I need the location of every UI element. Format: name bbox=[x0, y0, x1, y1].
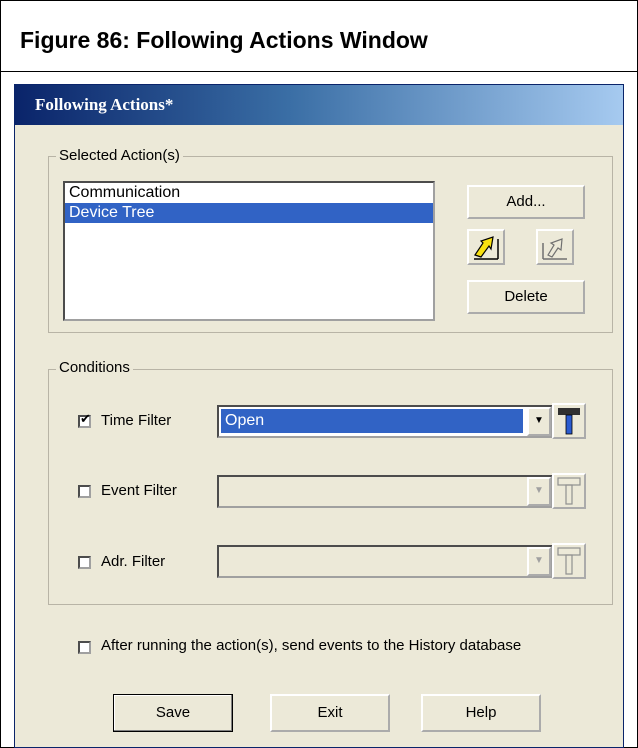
delete-button[interactable]: Delete bbox=[467, 280, 585, 314]
figure-title: Figure 86: Following Actions Window bbox=[20, 27, 428, 53]
history-checkbox[interactable] bbox=[78, 641, 91, 654]
conditions-legend: Conditions bbox=[56, 359, 133, 376]
selected-actions-legend: Selected Action(s) bbox=[56, 147, 183, 164]
checkmark-icon: ✔ bbox=[80, 411, 91, 426]
time-filter-tool-button[interactable] bbox=[552, 403, 586, 439]
move-action-button[interactable] bbox=[467, 229, 505, 265]
event-filter-tool-button[interactable] bbox=[552, 473, 586, 509]
hammer-icon bbox=[558, 408, 580, 435]
adr-filter-tool-button[interactable] bbox=[552, 543, 586, 579]
following-actions-window: Following Actions* Selected Action(s) Co… bbox=[14, 84, 624, 748]
time-filter-select[interactable]: Open ▼ bbox=[217, 405, 553, 438]
time-filter-value: Open bbox=[221, 409, 523, 433]
history-label: After running the action(s), send events… bbox=[101, 637, 522, 654]
arrow-into-icon bbox=[474, 236, 499, 260]
list-item[interactable]: Communication bbox=[65, 183, 433, 203]
chevron-down-icon[interactable]: ▼ bbox=[527, 407, 551, 436]
help-button[interactable]: Help bbox=[421, 694, 541, 732]
window-title: Following Actions* bbox=[35, 95, 174, 114]
list-item-selected[interactable]: Device Tree bbox=[65, 203, 433, 223]
time-filter-checkbox[interactable]: ✔ bbox=[78, 411, 91, 428]
add-button[interactable]: Add... bbox=[467, 185, 585, 219]
event-filter-label: Event Filter bbox=[101, 482, 177, 499]
event-filter-checkbox[interactable] bbox=[78, 485, 91, 498]
adr-filter-select[interactable]: ▼ bbox=[217, 545, 553, 578]
adr-filter-checkbox[interactable] bbox=[78, 556, 91, 569]
arrow-out-icon bbox=[542, 238, 567, 260]
time-filter-label: Time Filter bbox=[101, 412, 172, 429]
hammer-icon bbox=[557, 547, 581, 575]
selected-actions-list[interactable]: Communication Device Tree bbox=[63, 181, 435, 321]
save-button[interactable]: Save bbox=[113, 694, 233, 732]
window-title-bar[interactable]: Following Actions* bbox=[15, 85, 623, 125]
chevron-down-icon[interactable]: ▼ bbox=[527, 547, 551, 576]
exit-button[interactable]: Exit bbox=[270, 694, 390, 732]
remove-action-button[interactable] bbox=[536, 229, 574, 265]
adr-filter-label: Adr. Filter bbox=[101, 553, 166, 570]
event-filter-select[interactable]: ▼ bbox=[217, 475, 553, 508]
hammer-icon bbox=[557, 477, 581, 505]
chevron-down-icon[interactable]: ▼ bbox=[527, 477, 551, 506]
figure-header: Figure 86: Following Actions Window bbox=[1, 1, 637, 72]
